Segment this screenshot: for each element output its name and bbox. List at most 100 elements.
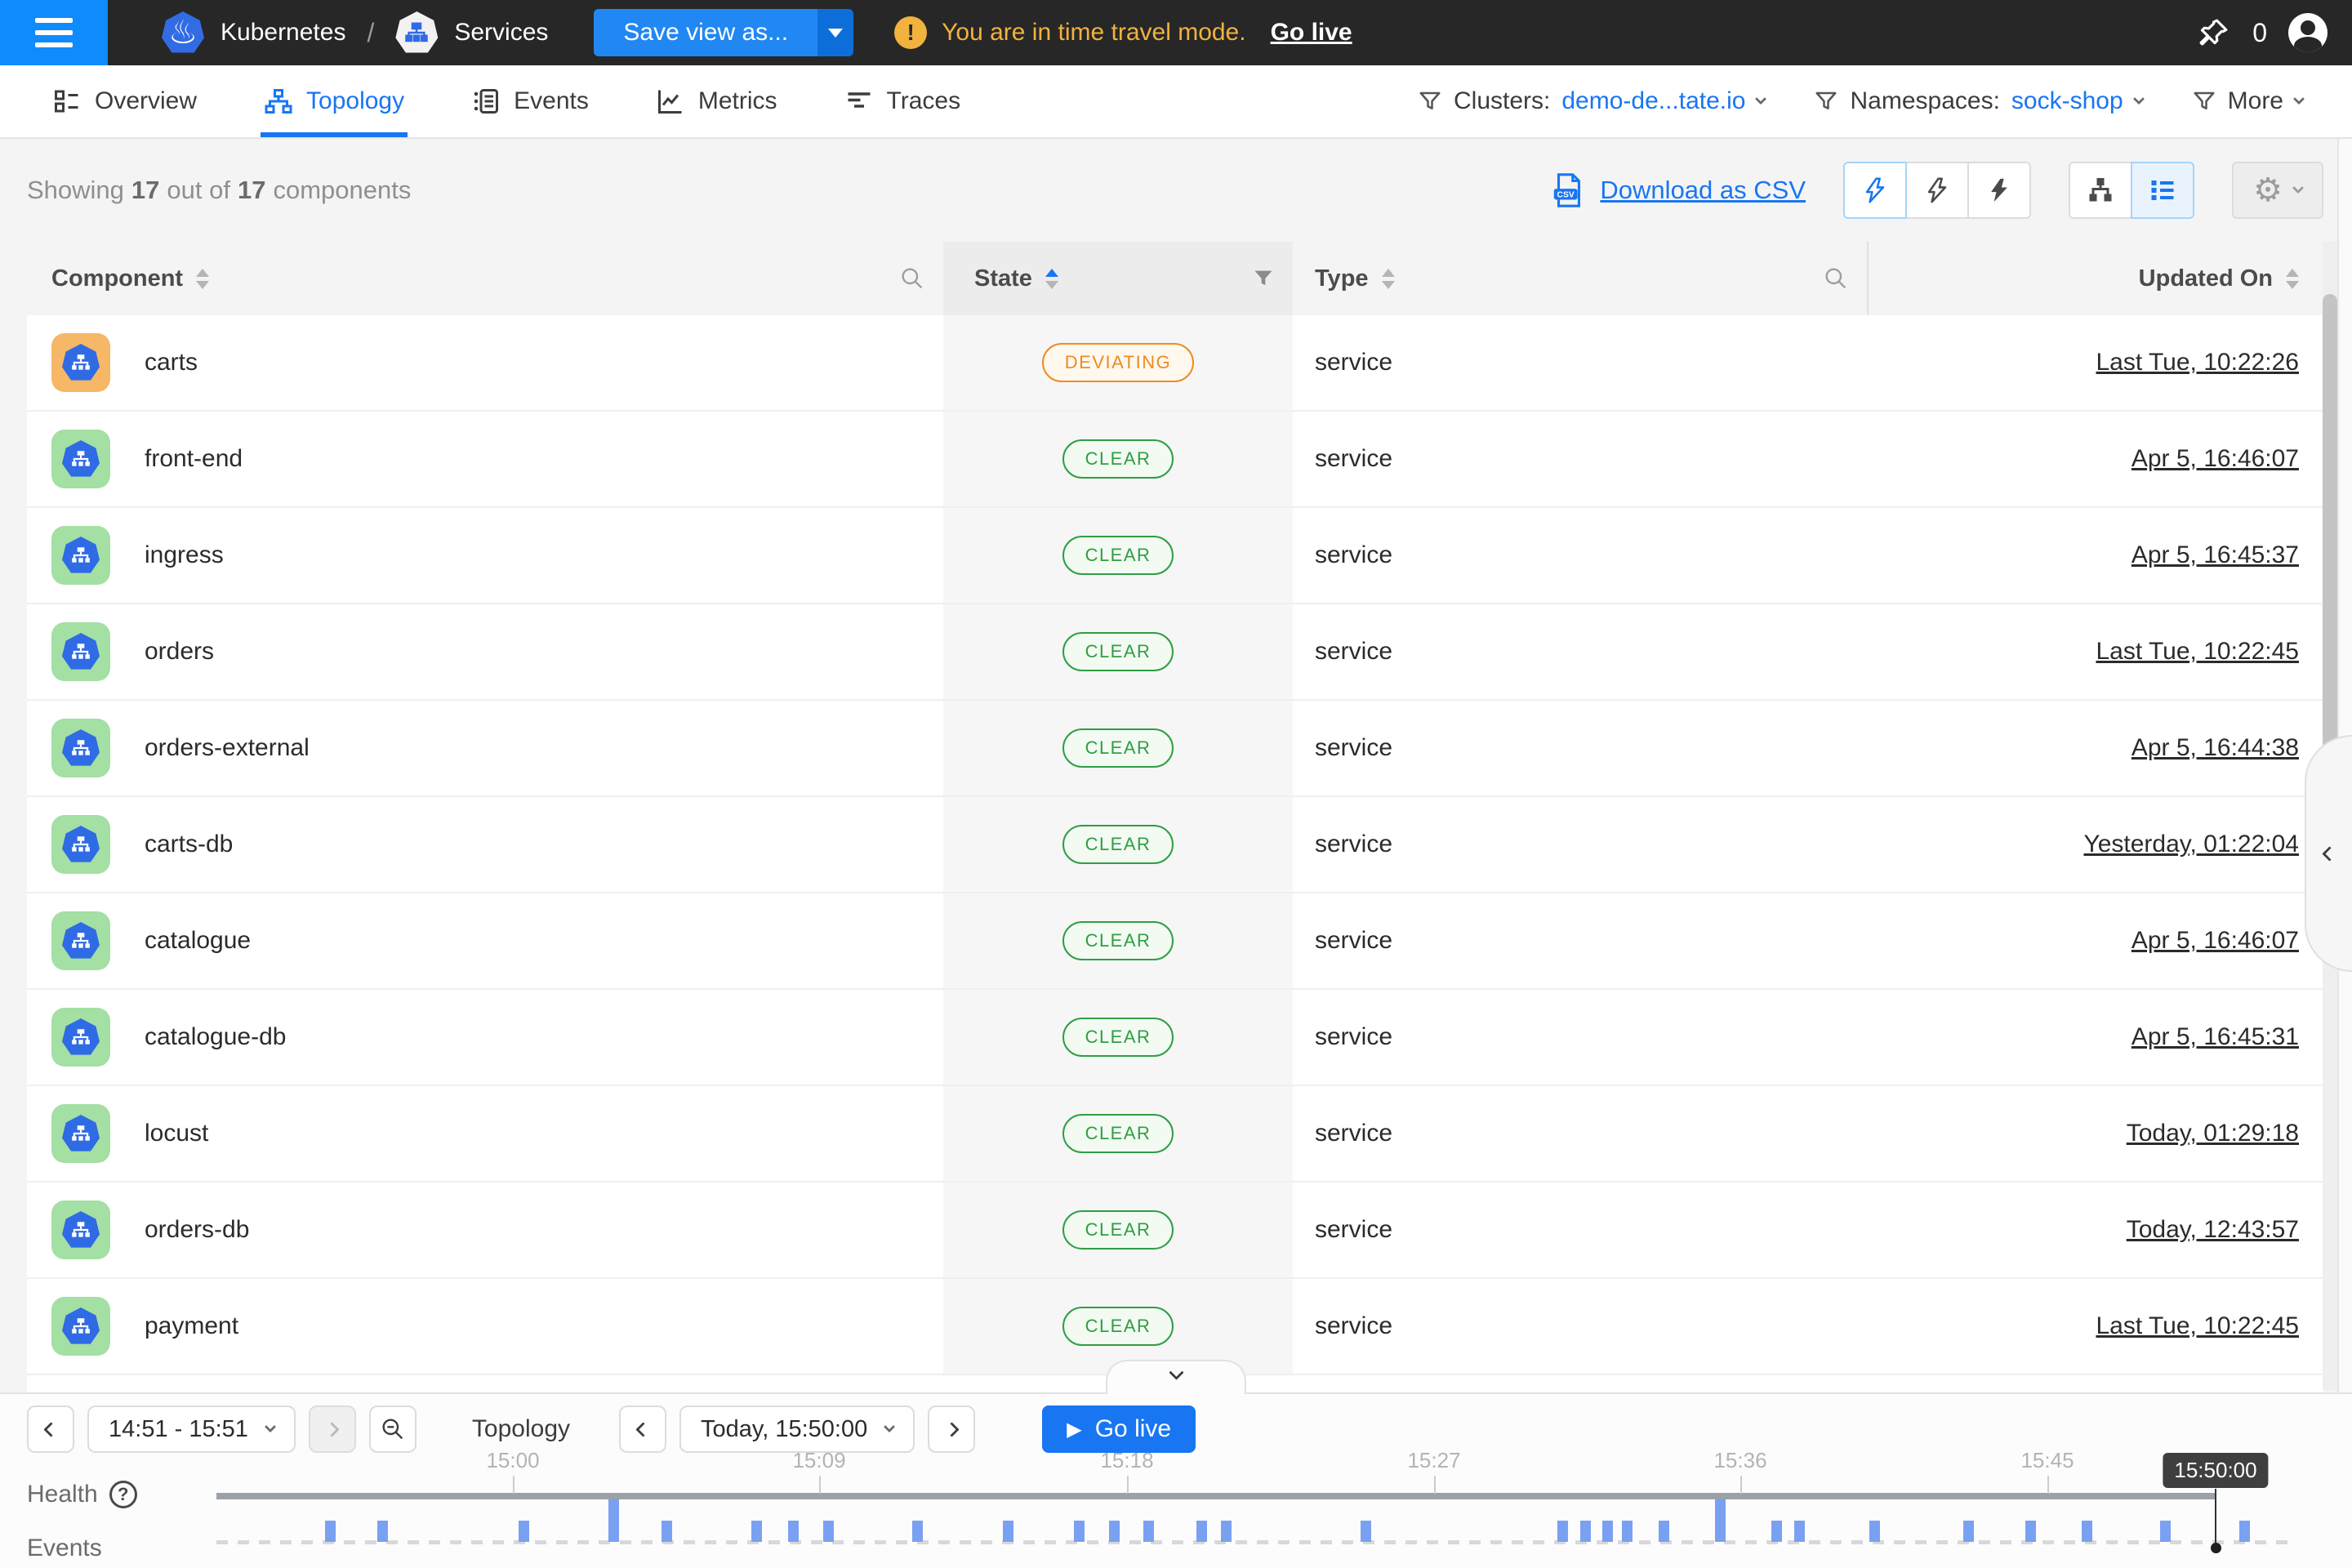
column-header-component[interactable]: Component bbox=[27, 242, 943, 315]
bolt-outline-dark-button[interactable] bbox=[1905, 162, 1969, 219]
updated-on-link[interactable]: Apr 5, 16:45:37 bbox=[2132, 541, 2299, 569]
range-back-button[interactable] bbox=[27, 1405, 74, 1453]
save-view-dropdown-caret[interactable] bbox=[817, 9, 853, 56]
updated-on-link[interactable]: Today, 12:43:57 bbox=[2127, 1216, 2299, 1244]
column-header-type[interactable]: Type bbox=[1293, 242, 1869, 315]
time-range-select[interactable]: 14:51 - 15:51 bbox=[87, 1405, 296, 1453]
tab-overview[interactable]: Overview bbox=[52, 65, 197, 137]
sort-icon[interactable] bbox=[196, 269, 209, 289]
sort-icon-active[interactable] bbox=[1045, 269, 1058, 289]
event-bar bbox=[1003, 1521, 1013, 1542]
search-icon[interactable] bbox=[899, 265, 925, 292]
bolt-outline-blue-button[interactable] bbox=[1843, 162, 1907, 219]
tab-traces[interactable]: Traces bbox=[844, 65, 961, 137]
download-csv-label[interactable]: Download as CSV bbox=[1600, 176, 1806, 205]
state-filter-icon[interactable] bbox=[1252, 267, 1275, 290]
table-row[interactable]: front-end CLEAR service Apr 5, 16:46:07 bbox=[27, 412, 2323, 508]
event-bar bbox=[1221, 1521, 1232, 1542]
time-forward-button[interactable] bbox=[928, 1405, 975, 1453]
health-row-label: Health ? bbox=[27, 1481, 137, 1508]
breadcrumb-view[interactable]: Services bbox=[454, 19, 548, 47]
component-name[interactable]: payment bbox=[145, 1312, 238, 1340]
column-header-updated-on[interactable]: Updated On bbox=[1869, 242, 2323, 315]
updated-on-link[interactable]: Last Tue, 10:22:26 bbox=[2096, 349, 2299, 376]
component-name[interactable]: ingress bbox=[145, 541, 224, 569]
save-view-as-button[interactable]: Save view as... bbox=[594, 9, 853, 56]
event-bar bbox=[1074, 1521, 1085, 1542]
zoom-out-button[interactable] bbox=[369, 1405, 416, 1453]
event-bar bbox=[519, 1521, 529, 1542]
table-row[interactable]: orders CLEAR service Last Tue, 10:22:45 bbox=[27, 604, 2323, 701]
updated-on-link[interactable]: Apr 5, 16:45:31 bbox=[2132, 1023, 2299, 1051]
filter-namespaces[interactable]: Namespaces: sock-shop bbox=[1814, 87, 2142, 115]
hamburger-menu-button[interactable] bbox=[0, 0, 108, 65]
topology-view-button[interactable] bbox=[2069, 162, 2132, 219]
breadcrumb-separator: / bbox=[367, 18, 374, 48]
pin-icon[interactable] bbox=[2197, 16, 2231, 50]
range-forward-button[interactable] bbox=[309, 1405, 356, 1453]
table-row[interactable]: carts DEVIATING service Last Tue, 10:22:… bbox=[27, 315, 2323, 412]
time-back-button[interactable] bbox=[619, 1405, 666, 1453]
updated-on-link[interactable]: Apr 5, 16:46:07 bbox=[2132, 927, 2299, 955]
updated-on-link[interactable]: Today, 01:29:18 bbox=[2127, 1120, 2299, 1147]
table-row[interactable]: orders-db CLEAR service Today, 12:43:57 bbox=[27, 1183, 2323, 1279]
marker-dot[interactable] bbox=[2211, 1543, 2221, 1553]
table-row[interactable]: locust CLEAR service Today, 01:29:18 bbox=[27, 1086, 2323, 1183]
component-name[interactable]: orders-db bbox=[145, 1216, 249, 1244]
updated-on-link[interactable]: Yesterday, 01:22:04 bbox=[2083, 831, 2299, 858]
updated-on-link[interactable]: Apr 5, 16:46:07 bbox=[2132, 445, 2299, 473]
filter-namespaces-value[interactable]: sock-shop bbox=[2011, 87, 2123, 115]
tab-topology-label: Topology bbox=[306, 87, 404, 115]
filter-more[interactable]: More bbox=[2192, 87, 2303, 115]
event-bar bbox=[823, 1521, 834, 1542]
sort-icon[interactable] bbox=[2286, 269, 2299, 289]
download-csv-link[interactable]: CSV Download as CSV bbox=[1549, 172, 1806, 209]
timeline-collapse-tab[interactable] bbox=[1106, 1360, 1246, 1394]
tab-metrics[interactable]: Metrics bbox=[656, 65, 777, 137]
table-row[interactable]: carts-db CLEAR service Yesterday, 01:22:… bbox=[27, 797, 2323, 893]
component-name[interactable]: orders-external bbox=[145, 734, 310, 762]
component-name[interactable]: carts-db bbox=[145, 831, 233, 858]
kubernetes-icon: ♨ bbox=[162, 11, 204, 54]
component-name[interactable]: catalogue-db bbox=[145, 1023, 286, 1051]
table-settings-button[interactable]: ⚙ bbox=[2232, 162, 2323, 219]
help-icon[interactable]: ? bbox=[109, 1481, 137, 1508]
tick-label: 15:18 bbox=[1100, 1448, 1153, 1473]
state-badge: CLEAR bbox=[1062, 1114, 1174, 1153]
table-row[interactable]: catalogue CLEAR service Apr 5, 16:46:07 bbox=[27, 893, 2323, 990]
column-header-state[interactable]: State bbox=[943, 242, 1293, 315]
type-cell: service bbox=[1315, 1216, 1392, 1244]
filter-more-label: More bbox=[2228, 87, 2283, 115]
tab-topology[interactable]: Topology bbox=[264, 65, 404, 137]
state-badge: CLEAR bbox=[1062, 728, 1174, 768]
table-row[interactable]: catalogue-db CLEAR service Apr 5, 16:45:… bbox=[27, 990, 2323, 1086]
updated-on-link[interactable]: Last Tue, 10:22:45 bbox=[2096, 638, 2299, 666]
component-name[interactable]: front-end bbox=[145, 445, 243, 473]
timestamp-select[interactable]: Today, 15:50:00 bbox=[679, 1405, 915, 1453]
health-status-bar[interactable] bbox=[216, 1493, 2215, 1499]
save-view-as-label[interactable]: Save view as... bbox=[594, 9, 817, 56]
list-view-button[interactable] bbox=[2131, 162, 2194, 219]
table-toolbar: Showing 17 out of 17 components CSV Down… bbox=[0, 139, 2352, 242]
table-row[interactable]: orders-external CLEAR service Apr 5, 16:… bbox=[27, 701, 2323, 797]
event-bar bbox=[1602, 1521, 1613, 1542]
updated-on-link[interactable]: Last Tue, 10:22:45 bbox=[2096, 1312, 2299, 1340]
component-name[interactable]: locust bbox=[145, 1120, 208, 1147]
filter-clusters-value[interactable]: demo-de...tate.io bbox=[1561, 87, 1745, 115]
bolt-filled-button[interactable] bbox=[1967, 162, 2031, 219]
component-name[interactable]: carts bbox=[145, 349, 198, 376]
breadcrumb-app[interactable]: Kubernetes bbox=[220, 19, 345, 47]
updated-on-link[interactable]: Apr 5, 16:44:38 bbox=[2132, 734, 2299, 762]
right-panel-expand-handle[interactable] bbox=[2305, 735, 2352, 972]
user-avatar[interactable] bbox=[2288, 13, 2328, 52]
sort-icon[interactable] bbox=[1382, 269, 1395, 289]
component-name[interactable]: orders bbox=[145, 638, 214, 666]
component-icon bbox=[51, 622, 110, 681]
tab-events[interactable]: Events bbox=[471, 65, 589, 137]
go-live-button[interactable]: ▶ Go live bbox=[1042, 1405, 1196, 1453]
table-row[interactable]: ingress CLEAR service Apr 5, 16:45:37 bbox=[27, 508, 2323, 604]
component-name[interactable]: catalogue bbox=[145, 927, 251, 955]
search-icon[interactable] bbox=[1823, 265, 1849, 292]
go-live-link[interactable]: Go live bbox=[1271, 19, 1352, 47]
filter-clusters[interactable]: Clusters: demo-de...tate.io bbox=[1418, 87, 1766, 115]
